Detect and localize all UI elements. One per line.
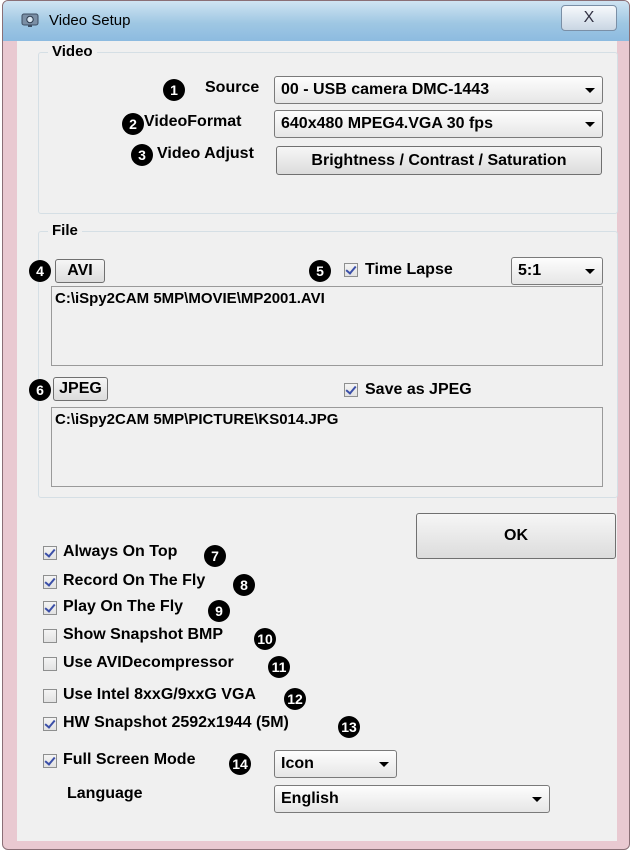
use-avi-decompressor-checkbox[interactable] bbox=[43, 657, 57, 671]
marker-8: 8 bbox=[233, 574, 255, 596]
record-on-the-fly-checkbox[interactable] bbox=[43, 575, 57, 589]
close-icon: X bbox=[583, 9, 595, 26]
marker-9: 9 bbox=[208, 600, 230, 622]
marker-2: 2 bbox=[122, 113, 144, 135]
marker-6: 6 bbox=[29, 379, 51, 401]
use-intel-vga-checkbox[interactable] bbox=[43, 689, 57, 703]
show-snapshot-bmp-checkbox[interactable] bbox=[43, 629, 57, 643]
avi-path-value: C:\iSpy2CAM 5MP\MOVIE\MP2001.AVI bbox=[55, 290, 325, 307]
jpeg-path-field[interactable]: C:\iSpy2CAM 5MP\PICTURE\KS014.JPG bbox=[51, 407, 603, 487]
source-label: Source bbox=[205, 79, 260, 96]
marker-13: 13 bbox=[338, 716, 360, 738]
full-screen-mode-select[interactable]: Icon bbox=[274, 750, 397, 778]
chevron-down-icon bbox=[532, 797, 542, 802]
chevron-down-icon bbox=[585, 88, 595, 93]
brightness-contrast-saturation-button[interactable]: Brightness / Contrast / Saturation bbox=[276, 146, 602, 175]
chevron-down-icon bbox=[585, 269, 595, 274]
hw-snapshot-label: HW Snapshot 2592x1944 (5M) bbox=[63, 714, 289, 731]
time-lapse-value: 5:1 bbox=[518, 262, 542, 279]
avi-button[interactable]: AVI bbox=[55, 259, 105, 283]
show-snapshot-bmp-label: Show Snapshot BMP bbox=[63, 626, 223, 643]
time-lapse-select[interactable]: 5:1 bbox=[511, 257, 603, 285]
language-label: Language bbox=[67, 785, 143, 802]
hw-snapshot-checkbox[interactable] bbox=[43, 717, 57, 731]
adjust-button-label: Brightness / Contrast / Saturation bbox=[311, 152, 567, 169]
marker-7: 7 bbox=[204, 545, 226, 567]
full-screen-mode-value: Icon bbox=[281, 755, 314, 772]
jpeg-button-label: JPEG bbox=[59, 380, 102, 397]
marker-11: 11 bbox=[268, 656, 290, 678]
file-group-label: File bbox=[48, 222, 82, 239]
marker-5: 5 bbox=[309, 260, 331, 282]
video-format-select[interactable]: 640x480 MPEG4.VGA 30 fps bbox=[274, 110, 603, 138]
language-select[interactable]: English bbox=[274, 785, 550, 813]
video-group-label: Video bbox=[48, 43, 97, 60]
full-screen-mode-label: Full Screen Mode bbox=[63, 751, 196, 768]
jpeg-path-value: C:\iSpy2CAM 5MP\PICTURE\KS014.JPG bbox=[55, 411, 339, 428]
source-value: 00 - USB camera DMC-1443 bbox=[281, 81, 490, 98]
marker-14: 14 bbox=[229, 753, 251, 775]
marker-1: 1 bbox=[163, 79, 185, 101]
ok-button[interactable]: OK bbox=[416, 513, 616, 559]
play-on-the-fly-checkbox[interactable] bbox=[43, 601, 57, 615]
jpeg-button[interactable]: JPEG bbox=[53, 377, 108, 401]
avi-button-label: AVI bbox=[67, 262, 93, 279]
video-adjust-label: Video Adjust bbox=[157, 145, 254, 162]
camera-icon bbox=[21, 13, 39, 27]
source-select[interactable]: 00 - USB camera DMC-1443 bbox=[274, 76, 603, 104]
full-screen-mode-checkbox[interactable] bbox=[43, 754, 57, 768]
video-setup-window: Video Setup X Video 1 Source 00 - USB ca… bbox=[2, 0, 630, 850]
marker-3: 3 bbox=[131, 144, 153, 166]
video-format-label: VideoFormat bbox=[144, 113, 242, 130]
window-title: Video Setup bbox=[49, 12, 131, 29]
marker-10: 10 bbox=[254, 628, 276, 650]
chevron-down-icon bbox=[585, 122, 595, 127]
video-format-value: 640x480 MPEG4.VGA 30 fps bbox=[281, 115, 493, 132]
play-on-the-fly-label: Play On The Fly bbox=[63, 598, 184, 615]
marker-12: 12 bbox=[284, 688, 306, 710]
close-button[interactable]: X bbox=[561, 5, 617, 31]
avi-path-field[interactable]: C:\iSpy2CAM 5MP\MOVIE\MP2001.AVI bbox=[51, 286, 603, 366]
save-as-jpeg-label: Save as JPEG bbox=[365, 381, 472, 398]
save-as-jpeg-checkbox[interactable] bbox=[344, 383, 358, 397]
time-lapse-checkbox[interactable] bbox=[344, 263, 358, 277]
ok-button-label: OK bbox=[504, 527, 528, 544]
always-on-top-checkbox[interactable] bbox=[43, 546, 57, 560]
dialog-body: Video 1 Source 00 - USB camera DMC-1443 … bbox=[17, 41, 618, 841]
title-bar[interactable]: Video Setup X bbox=[3, 1, 629, 41]
language-value: English bbox=[281, 790, 339, 807]
use-intel-vga-label: Use Intel 8xxG/9xxG VGA bbox=[63, 686, 256, 703]
use-avi-decompressor-label: Use AVIDecompressor bbox=[63, 654, 234, 671]
chevron-down-icon bbox=[379, 762, 389, 767]
marker-4: 4 bbox=[29, 260, 51, 282]
always-on-top-label: Always On Top bbox=[63, 543, 178, 560]
record-on-the-fly-label: Record On The Fly bbox=[63, 572, 206, 589]
time-lapse-label: Time Lapse bbox=[365, 261, 453, 278]
